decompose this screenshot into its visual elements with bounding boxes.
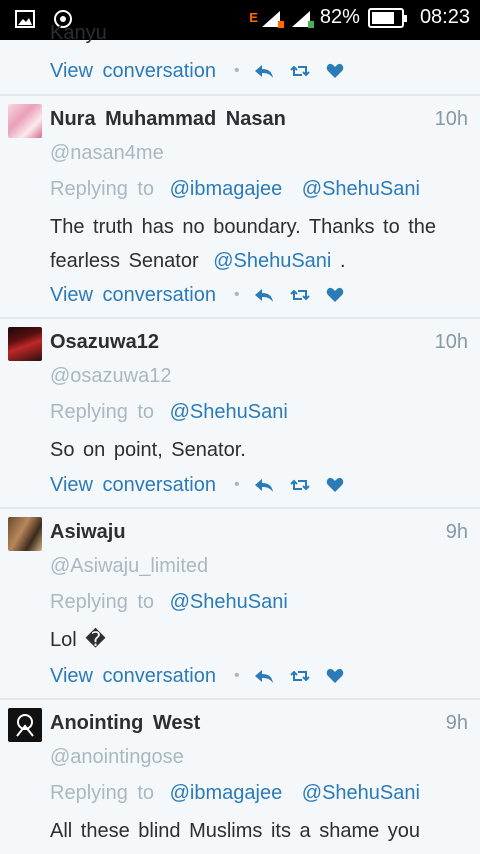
tweet-actions: View conversation •	[50, 56, 344, 86]
mention-link[interactable]: @ibmagajee	[170, 178, 283, 200]
tweet-text-line: fearless Senator @ShehuSani .	[50, 244, 464, 278]
replying-to: Replying to @ShehuSani	[50, 401, 288, 424]
mention-link[interactable]: @ibmagajee	[170, 782, 283, 804]
battery-percentage: 82%	[319, 6, 360, 28]
like-icon[interactable]	[326, 477, 344, 493]
retweet-icon[interactable]	[289, 668, 310, 684]
view-conversation-link[interactable]: View conversation	[50, 474, 216, 497]
clock: 08:23	[419, 6, 470, 28]
replying-label: Replying to	[50, 401, 155, 423]
avatar[interactable]	[8, 517, 42, 551]
mention-link[interactable]: @ShehuSani	[302, 782, 420, 804]
tweet-item[interactable]: Nura Muhammad Nasan 10h @nasan4me Replyi…	[0, 96, 480, 319]
signal-icon-1	[260, 7, 284, 29]
reply-icon[interactable]	[254, 477, 274, 493]
tweet-text-partial: Kanyu	[50, 22, 107, 44]
tweet-time: 9h	[445, 521, 468, 543]
network-type: E	[249, 10, 258, 25]
view-conversation-link[interactable]: View conversation	[50, 665, 216, 688]
replying-to: Replying to @ibmagajee @ShehuSani	[50, 782, 420, 805]
battery-icon	[367, 7, 407, 28]
user-handle: @nasan4me	[50, 142, 164, 164]
separator-dot: •	[233, 476, 240, 493]
replying-label: Replying to	[50, 591, 155, 613]
mention-link[interactable]: @ShehuSani	[170, 591, 288, 613]
tweet-time: 10h	[434, 331, 468, 353]
signal-icon-2	[290, 7, 314, 29]
tweet-actions: View conversation •	[50, 661, 344, 691]
retweet-icon[interactable]	[289, 63, 310, 79]
reply-icon[interactable]	[254, 287, 274, 303]
tweet-item[interactable]: Osazuwa12 10h @osazuwa12 Replying to @Sh…	[0, 319, 480, 509]
tweet-item[interactable]: Asiwaju 9h @Asiwaju_limited Replying to …	[0, 509, 480, 700]
user-name[interactable]: Osazuwa12	[50, 331, 159, 354]
user-handle: @anointingose	[50, 746, 184, 768]
like-icon[interactable]	[326, 63, 344, 79]
tweet-text: All these blind Muslims its a shame you	[50, 820, 421, 842]
tweet-text: So on point, Senator.	[50, 439, 246, 461]
tweet-partial[interactable]: Kanyu View conversation •	[0, 22, 480, 96]
tweet-text: Lol �	[50, 629, 106, 651]
tweet-text-segment: .	[339, 250, 346, 272]
retweet-icon[interactable]	[289, 477, 310, 493]
tweet-actions: View conversation •	[50, 280, 344, 310]
view-conversation-link[interactable]: View conversation	[50, 60, 216, 83]
gallery-icon	[14, 8, 36, 30]
view-conversation-link[interactable]: View conversation	[50, 284, 216, 307]
avatar[interactable]	[8, 104, 42, 138]
tweet-text-segment: fearless Senator	[50, 250, 199, 272]
separator-dot: •	[233, 667, 240, 684]
tweet-text: The truth has no boundary. Thanks to the…	[50, 210, 464, 278]
replying-to: Replying to @ShehuSani	[50, 591, 288, 614]
user-name[interactable]: Nura Muhammad Nasan	[50, 108, 286, 131]
separator-dot: •	[233, 286, 240, 303]
replying-label: Replying to	[50, 178, 155, 200]
user-handle: @Asiwaju_limited	[50, 555, 209, 577]
mention-link[interactable]: @ShehuSani	[170, 401, 288, 423]
user-name[interactable]: Asiwaju	[50, 521, 126, 544]
user-name[interactable]: Anointing West	[50, 712, 200, 735]
avatar[interactable]	[8, 327, 42, 361]
mention-link[interactable]: @ShehuSani	[302, 178, 420, 200]
tweet-text-line: The truth has no boundary. Thanks to the	[50, 216, 437, 238]
replying-to: Replying to @ibmagajee @ShehuSani	[50, 178, 420, 201]
like-icon[interactable]	[326, 287, 344, 303]
tweet-time: 10h	[434, 108, 468, 130]
mention-link[interactable]: @ShehuSani	[213, 250, 331, 272]
separator-dot: •	[233, 62, 240, 79]
like-icon[interactable]	[326, 668, 344, 684]
avatar[interactable]	[8, 708, 42, 742]
user-handle: @osazuwa12	[50, 365, 172, 387]
reply-icon[interactable]	[254, 63, 274, 79]
tweet-item[interactable]: Anointing West 9h @anointingose Replying…	[0, 700, 480, 854]
tweet-feed: Kanyu View conversation • Nura Muhammad …	[0, 22, 480, 854]
replying-label: Replying to	[50, 782, 155, 804]
tweet-time: 9h	[445, 712, 468, 734]
retweet-icon[interactable]	[289, 287, 310, 303]
avatar-emblem-icon	[16, 714, 34, 737]
tweet-actions: View conversation •	[50, 470, 344, 500]
reply-icon[interactable]	[254, 668, 274, 684]
